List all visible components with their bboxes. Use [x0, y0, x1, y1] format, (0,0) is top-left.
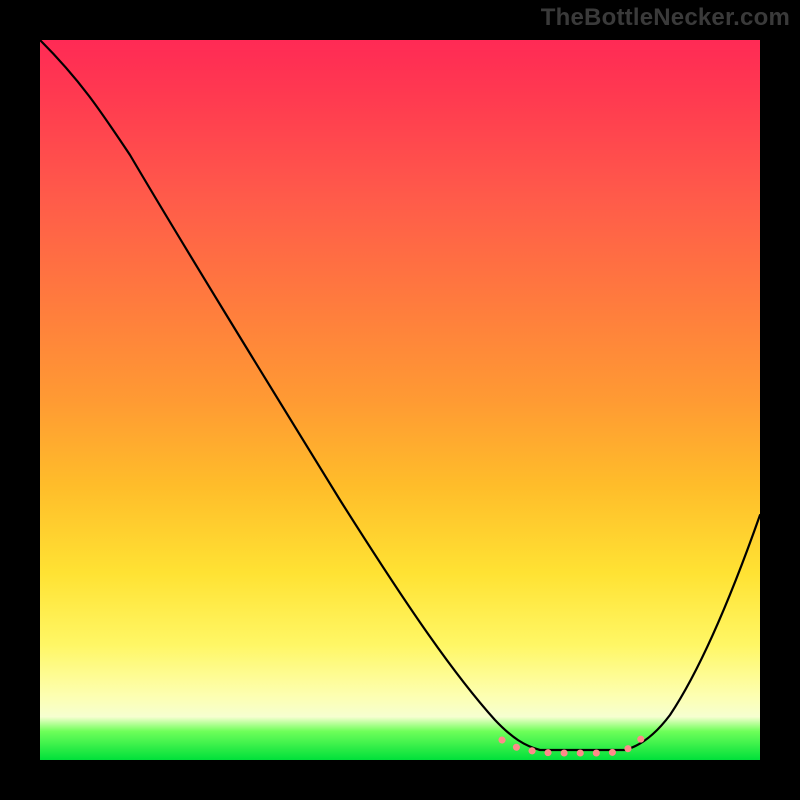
bottleneck-curve [40, 40, 760, 750]
curve-svg [40, 40, 760, 760]
plot-area [40, 40, 760, 760]
watermark-text: TheBottleNecker.com [541, 4, 790, 32]
chart-frame: TheBottleNecker.com [0, 0, 800, 800]
